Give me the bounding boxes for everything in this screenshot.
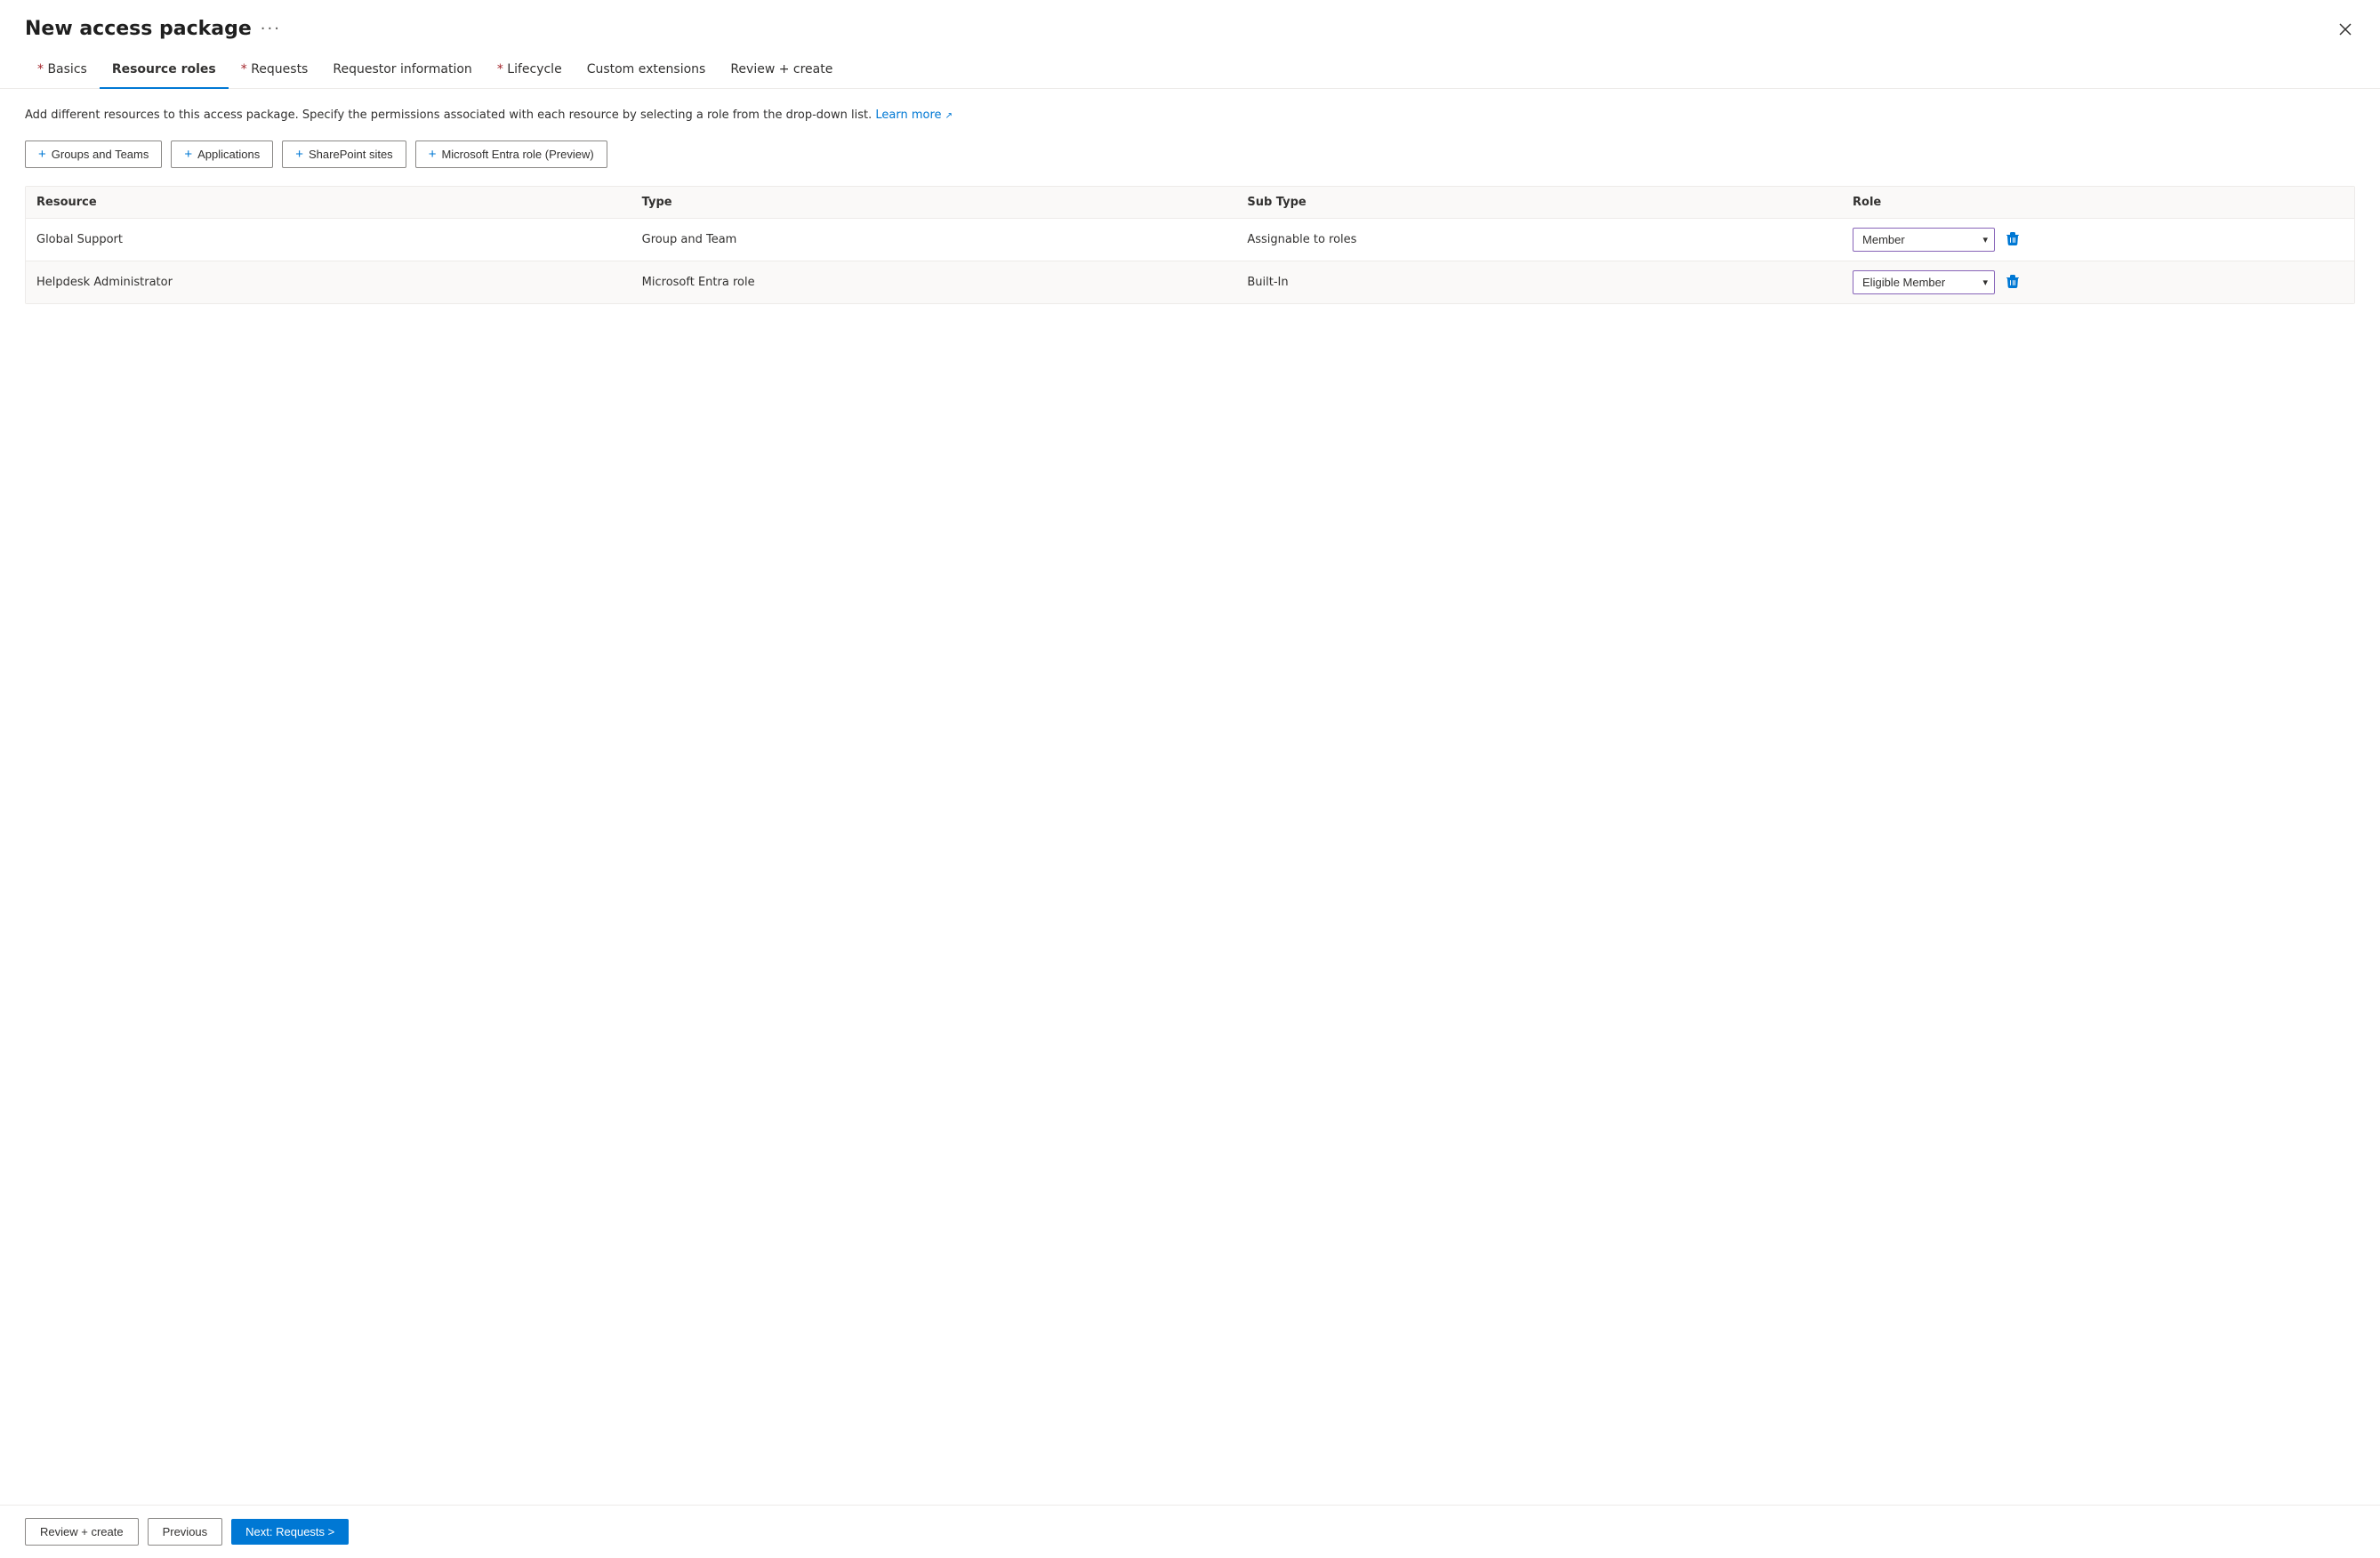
add-entra-role-button[interactable]: + Microsoft Entra role (Preview) — [415, 141, 607, 168]
description-text: Add different resources to this access p… — [25, 107, 2355, 124]
tab-lifecycle[interactable]: Lifecycle — [485, 55, 575, 89]
tab-resource-roles[interactable]: Resource roles — [100, 55, 229, 89]
cell-type-2: Microsoft Entra role — [631, 261, 1237, 303]
dialog-footer: Review + create Previous Next: Requests … — [0, 1505, 2380, 1558]
plus-icon-applications: + — [184, 147, 192, 162]
tab-requestor-info-label: Requestor information — [333, 62, 471, 76]
entra-role-label: Microsoft Entra role (Preview) — [441, 148, 593, 161]
tab-custom-extensions-label: Custom extensions — [587, 62, 706, 76]
plus-icon-sharepoint: + — [295, 147, 303, 162]
tab-custom-extensions[interactable]: Custom extensions — [575, 55, 719, 89]
applications-label: Applications — [197, 148, 260, 161]
tab-requests-label: Requests — [251, 62, 308, 76]
delete-row-1-button[interactable] — [2002, 229, 2023, 250]
cell-subtype-2: Built-In — [1236, 261, 1842, 303]
dialog-title-row: New access package ··· — [25, 18, 281, 40]
dialog-header: New access package ··· — [0, 0, 2380, 40]
tab-lifecycle-label: Lifecycle — [507, 62, 561, 76]
sharepoint-sites-label: SharePoint sites — [309, 148, 393, 161]
table-row: Helpdesk Administrator Microsoft Entra r… — [26, 261, 2354, 303]
column-header-resource: Resource — [26, 187, 631, 219]
learn-more-link[interactable]: Learn more ↗ — [875, 108, 953, 122]
tab-basics[interactable]: Basics — [25, 55, 100, 89]
new-access-package-dialog: New access package ··· Basics Resource r… — [0, 0, 2380, 1558]
main-content: Add different resources to this access p… — [0, 89, 2380, 1505]
cell-resource-2: Helpdesk Administrator — [26, 261, 631, 303]
add-applications-button[interactable]: + Applications — [171, 141, 273, 168]
review-create-button[interactable]: Review + create — [25, 1518, 139, 1546]
dialog-title: New access package — [25, 18, 252, 40]
description-body: Add different resources to this access p… — [25, 108, 875, 122]
tab-requestor-info[interactable]: Requestor information — [320, 55, 484, 89]
external-link-icon: ↗ — [945, 111, 953, 121]
table-row: Global Support Group and Team Assignable… — [26, 218, 2354, 261]
role-select-1[interactable]: Member Owner — [1853, 228, 1995, 252]
role-select-2[interactable]: Eligible Member Active Member — [1853, 270, 1995, 294]
table-body: Global Support Group and Team Assignable… — [26, 218, 2354, 303]
groups-teams-label: Groups and Teams — [52, 148, 149, 161]
tab-requests[interactable]: Requests — [229, 55, 321, 89]
role-select-wrapper-2: Eligible Member Active Member ▾ — [1853, 270, 2344, 294]
cell-resource-1: Global Support — [26, 218, 631, 261]
role-select-container-1: Member Owner ▾ — [1853, 228, 1995, 252]
column-header-subtype: Sub Type — [1236, 187, 1842, 219]
tab-resource-roles-label: Resource roles — [112, 62, 216, 76]
tab-review-create[interactable]: Review + create — [718, 55, 845, 89]
add-groups-teams-button[interactable]: + Groups and Teams — [25, 141, 162, 168]
trash-icon-1 — [2006, 232, 2020, 246]
plus-icon-groups: + — [38, 147, 46, 162]
cell-type-1: Group and Team — [631, 218, 1237, 261]
column-header-role: Role — [1842, 187, 2354, 219]
resource-roles-table-container: Resource Type Sub Type Role — [25, 186, 2355, 304]
previous-button[interactable]: Previous — [148, 1518, 223, 1546]
tabs-bar: Basics Resource roles Requests Requestor… — [0, 40, 2380, 89]
tab-basics-label: Basics — [47, 62, 86, 76]
delete-row-2-button[interactable] — [2002, 271, 2023, 293]
close-icon — [2339, 23, 2352, 36]
trash-icon-2 — [2006, 275, 2020, 289]
cell-role-2: Eligible Member Active Member ▾ — [1842, 261, 2354, 303]
cell-role-1: Member Owner ▾ — [1842, 218, 2354, 261]
tab-review-create-label: Review + create — [730, 62, 832, 76]
next-requests-button[interactable]: Next: Requests > — [231, 1519, 349, 1545]
role-select-container-2: Eligible Member Active Member ▾ — [1853, 270, 1995, 294]
column-header-type: Type — [631, 187, 1237, 219]
plus-icon-entra: + — [429, 147, 437, 162]
close-button[interactable] — [2336, 20, 2355, 39]
table-header: Resource Type Sub Type Role — [26, 187, 2354, 219]
resource-action-buttons: + Groups and Teams + Applications + Shar… — [25, 141, 2355, 168]
dialog-ellipsis[interactable]: ··· — [261, 20, 281, 38]
cell-subtype-1: Assignable to roles — [1236, 218, 1842, 261]
role-select-wrapper-1: Member Owner ▾ — [1853, 228, 2344, 252]
add-sharepoint-sites-button[interactable]: + SharePoint sites — [282, 141, 406, 168]
resource-roles-table: Resource Type Sub Type Role — [26, 187, 2354, 303]
